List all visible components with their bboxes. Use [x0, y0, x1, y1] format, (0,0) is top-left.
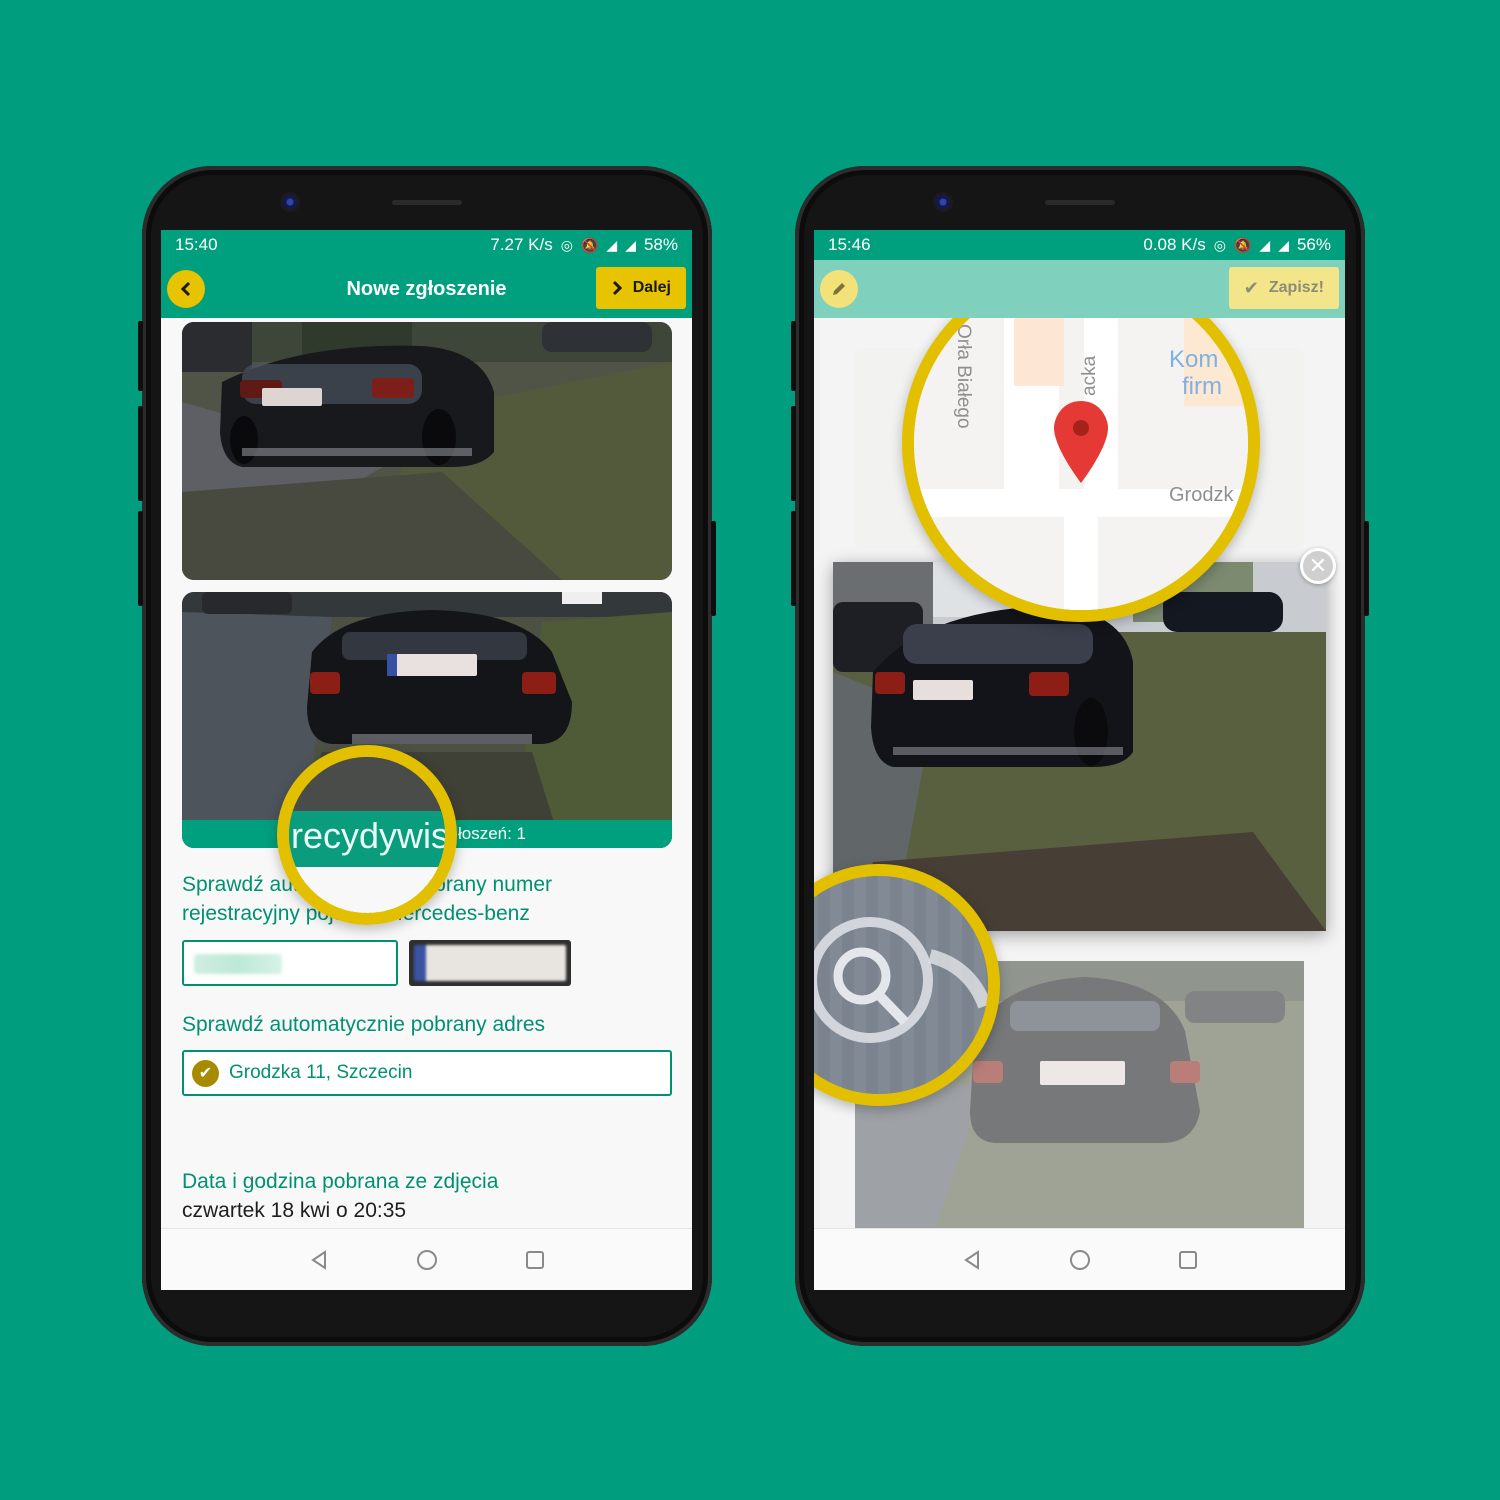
phone-right: 15:46 0.08 K/s ◎ 🔕 ◢ ◢ 56% ✔ Zapisz! ✕ O… [791, 166, 1369, 1346]
next-button-label: Dalej [632, 279, 671, 296]
blurred-plate-text [194, 954, 282, 974]
bell-off-icon: 🔕 [1233, 236, 1252, 253]
check-icon: ✔ [1243, 277, 1259, 298]
map-street-orla: Orła Białego [953, 324, 974, 429]
app-bar: Nowe zgłoszenie Dalej [161, 260, 692, 318]
plate-crop-image [409, 940, 571, 986]
earpiece [1045, 200, 1115, 205]
close-popup-button[interactable]: ✕ [1300, 548, 1336, 584]
nav-home-button[interactable] [412, 1245, 442, 1275]
map-street-acka: acka [1079, 355, 1100, 396]
system-nav-bar [814, 1228, 1345, 1290]
nav-back-button[interactable] [304, 1245, 334, 1275]
save-button-label: Zapisz! [1268, 279, 1324, 296]
front-camera [933, 192, 953, 212]
front-camera [280, 192, 300, 212]
address-value: Grodzka 11, Szczecin [229, 1062, 413, 1083]
pencil-icon [833, 283, 845, 295]
save-button[interactable]: ✔ Zapisz! [1228, 267, 1339, 309]
address-check-label: Sprawdź automatycznie pobrany adres [182, 1013, 546, 1036]
square-recents-icon [525, 1250, 544, 1269]
earpiece [392, 200, 462, 205]
signal-4g-icon: ◢ [625, 236, 636, 253]
magnify-zoom-icon [814, 917, 988, 1043]
bell-off-icon: 🔕 [580, 236, 599, 253]
triangle-back-icon [963, 1249, 979, 1270]
check-icon: ✔ [192, 1059, 219, 1087]
signal-icon: ◢ [606, 236, 618, 253]
screen-right: 15:46 0.08 K/s ◎ 🔕 ◢ ◢ 56% ✔ Zapisz! ✕ O… [814, 230, 1345, 1290]
status-bar: 15:40 7.27 K/s ◎ 🔕 ◢ ◢ 58% [161, 230, 692, 260]
map-street-grodzka: Grodzk [1169, 484, 1234, 506]
phone-left: 15:40 7.27 K/s ◎ 🔕 ◢ ◢ 58% Nowe zgłoszen… [138, 166, 716, 1346]
network-speed: 7.27 K/s [490, 235, 553, 254]
nav-home-button[interactable] [1065, 1245, 1095, 1275]
hotspot-icon: ◎ [560, 236, 573, 253]
zoom-callout-magnify [814, 864, 1000, 1106]
close-icon: ✕ [1308, 553, 1328, 578]
nav-recents-button[interactable] [520, 1245, 550, 1275]
address-input[interactable]: ✔ Grodzka 11, Szczecin [182, 1050, 672, 1096]
square-recents-icon [1178, 1250, 1197, 1269]
map-poi-firm: firm [1182, 373, 1222, 400]
app-bar: ✔ Zapisz! [814, 260, 1345, 318]
status-time: 15:46 [828, 235, 871, 254]
report-preview: ✕ Orła Białego acka Grodzk Kom firm [814, 318, 1345, 1228]
signal-icon: ◢ [1259, 236, 1271, 253]
status-time: 15:40 [175, 235, 218, 254]
zoomed-recidivist-text: recydywis [291, 815, 450, 856]
report-form: łoszeń: 1 Sprawdź automatycznie pobrany … [161, 318, 692, 1228]
map-poi-kom: Kom [1169, 346, 1219, 373]
datetime-value: czwartek 18 kwi o 20:35 [182, 1199, 407, 1222]
next-button[interactable]: Dalej [595, 267, 686, 309]
nav-back-button[interactable] [957, 1245, 987, 1275]
violation-photo-1[interactable] [182, 322, 672, 580]
datetime-label: Data i godzina pobrana ze zdjęcia [182, 1170, 499, 1193]
triangle-back-icon [310, 1249, 326, 1270]
edit-button[interactable] [820, 270, 858, 308]
chevron-right-icon [612, 280, 622, 296]
system-nav-bar [161, 1228, 692, 1290]
battery-level: 56% [1296, 235, 1331, 254]
battery-level: 58% [643, 235, 678, 254]
status-bar: 15:46 0.08 K/s ◎ 🔕 ◢ ◢ 56% [814, 230, 1345, 260]
zoom-callout-recidivist: recydywis [277, 745, 457, 925]
nav-recents-button[interactable] [1173, 1245, 1203, 1275]
plate-number-input[interactable] [182, 940, 398, 986]
signal-4g-icon: ◢ [1278, 236, 1289, 253]
hotspot-icon: ◎ [1213, 236, 1226, 253]
zoom-callout-map: Orła Białego acka Grodzk Kom firm [902, 318, 1260, 622]
circle-home-icon [1069, 1249, 1090, 1270]
network-speed: 0.08 K/s [1143, 235, 1206, 254]
screen-left: 15:40 7.27 K/s ◎ 🔕 ◢ ◢ 58% Nowe zgłoszen… [161, 230, 692, 1290]
circle-home-icon [416, 1249, 437, 1270]
